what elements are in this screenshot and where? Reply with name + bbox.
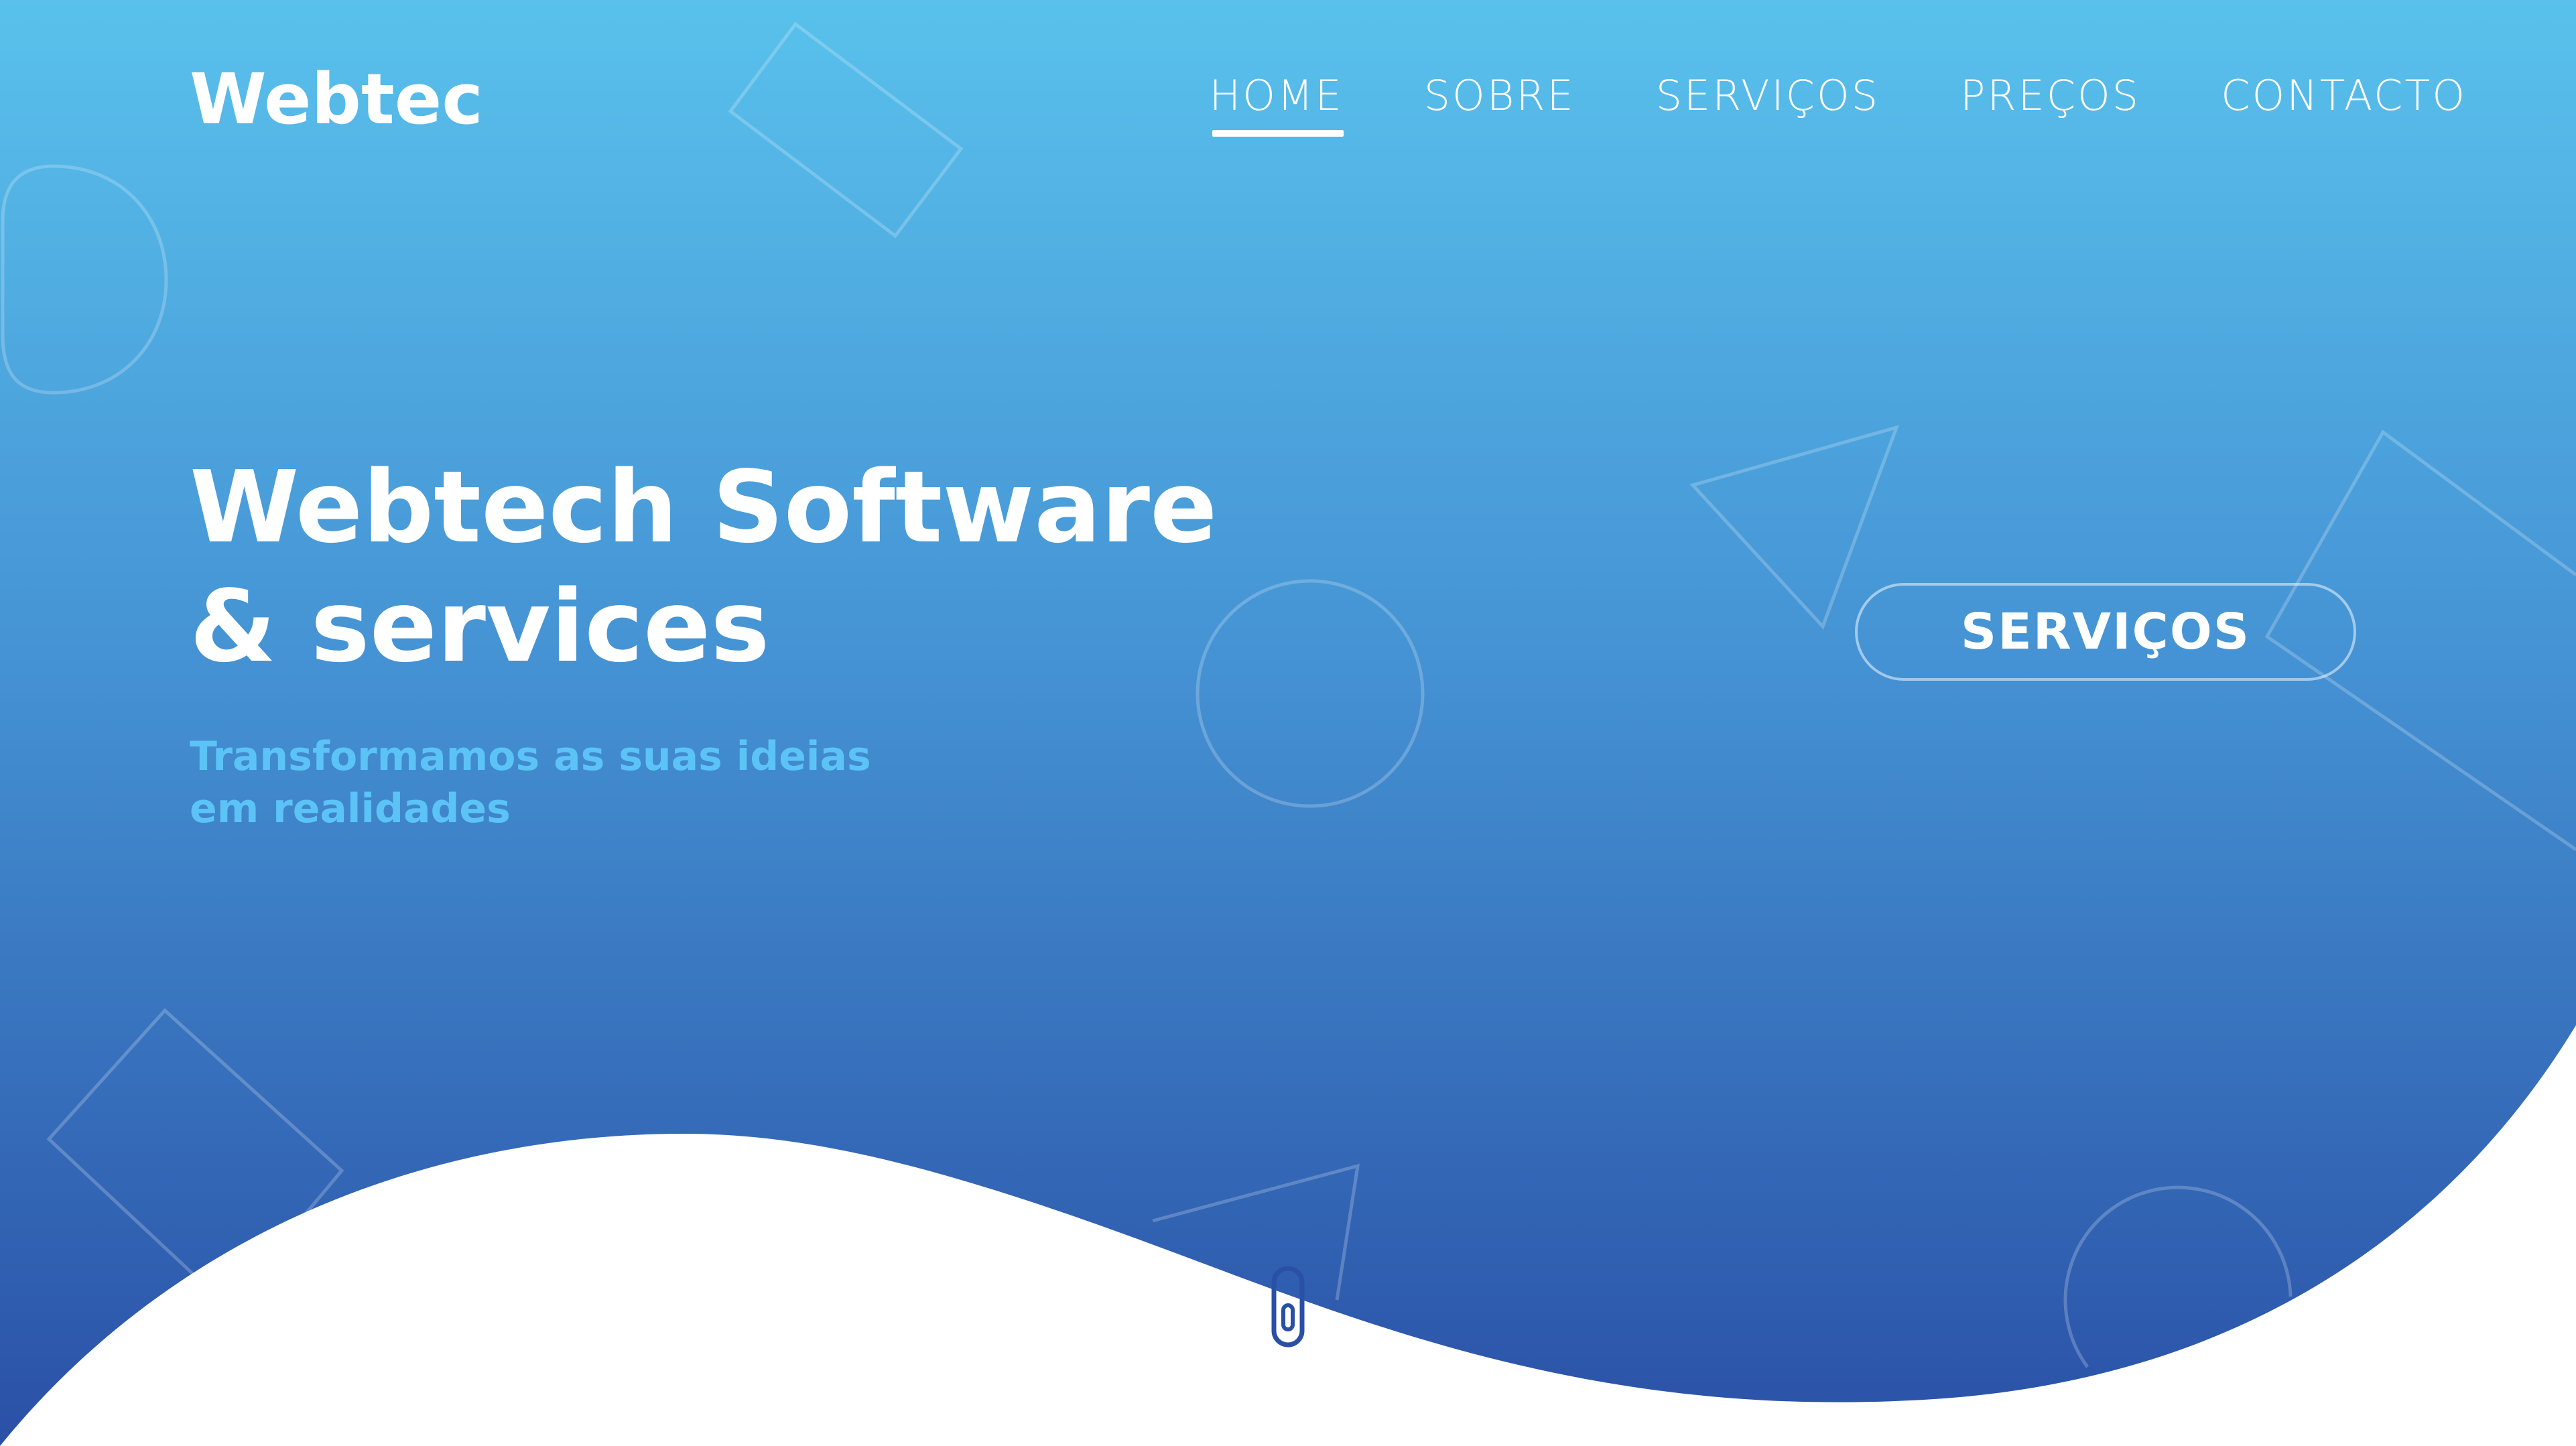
main-navigation: HOME SOBRE SERVIÇOS PREÇOS CONTACTO bbox=[1210, 75, 2467, 137]
hero-title-line-1: Webtech Software bbox=[190, 450, 1218, 565]
hero-background bbox=[0, 0, 2576, 1446]
nav-item-sobre[interactable]: SOBRE bbox=[1424, 75, 1575, 117]
hero-subtitle-line-1: Transformamos as suas ideias bbox=[190, 733, 871, 780]
hero-title-line-2: & services bbox=[190, 569, 770, 684]
landing-page: Webtec HOME SOBRE SERVIÇOS PREÇOS CONTAC… bbox=[0, 0, 2576, 1446]
nav-item-precos[interactable]: PREÇOS bbox=[1960, 75, 2140, 117]
nav-item-servicos[interactable]: SERVIÇOS bbox=[1656, 75, 1880, 117]
mouse-scroll-icon[interactable] bbox=[1271, 1265, 1305, 1348]
nav-item-contacto[interactable]: CONTACTO bbox=[2221, 75, 2467, 117]
hero-gradient-wave bbox=[0, 0, 2576, 1446]
hero-subtitle-line-2: em realidades bbox=[190, 785, 511, 832]
hero-subtitle: Transformamos as suas ideias em realidad… bbox=[190, 730, 871, 835]
servicos-cta-button[interactable]: SERVIÇOS bbox=[1855, 583, 2356, 681]
hero-title: Webtech Software & services bbox=[190, 448, 1217, 686]
site-logo[interactable]: Webtec bbox=[190, 64, 483, 134]
nav-item-home[interactable]: HOME bbox=[1210, 75, 1344, 137]
